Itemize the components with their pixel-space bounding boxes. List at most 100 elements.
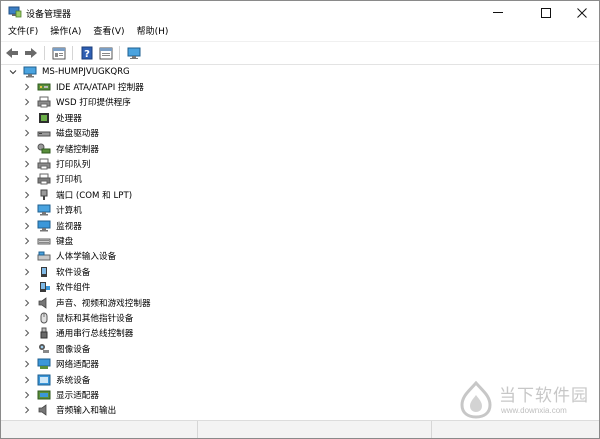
tree-item[interactable]: 端口 (COM 和 LPT) bbox=[1, 187, 599, 202]
tree-item[interactable]: 打印队列 bbox=[1, 156, 599, 171]
svg-text:?: ? bbox=[84, 49, 90, 60]
close-button[interactable] bbox=[565, 1, 599, 24]
computer-icon bbox=[23, 66, 37, 78]
maximize-icon bbox=[541, 7, 551, 18]
update-driver-icon bbox=[99, 47, 113, 59]
computer-icon bbox=[37, 204, 51, 216]
chevron-right-icon[interactable] bbox=[23, 191, 31, 199]
help-icon: ? bbox=[81, 46, 93, 60]
close-icon bbox=[577, 7, 587, 18]
usb-icon bbox=[37, 327, 51, 339]
back-button[interactable] bbox=[4, 45, 20, 61]
menu-view[interactable]: 查看(V) bbox=[88, 24, 129, 41]
tree-item[interactable]: 人体学输入设备 bbox=[1, 249, 599, 264]
processor-icon bbox=[37, 112, 51, 124]
display-adapter-icon bbox=[37, 389, 51, 401]
device-manager-window: 设备管理器 文件(F) 操作(A) 查看(V) 帮助(H) ? MS-HUMPJ… bbox=[0, 0, 600, 439]
watermark-logo-icon bbox=[460, 381, 492, 419]
chevron-right-icon[interactable] bbox=[23, 114, 31, 122]
tree-item[interactable]: 声音、视频和游戏控制器 bbox=[1, 295, 599, 310]
chevron-right-icon[interactable] bbox=[23, 299, 31, 307]
chevron-right-icon[interactable] bbox=[23, 314, 31, 322]
toolbar-separator bbox=[72, 46, 73, 60]
menu-help[interactable]: 帮助(H) bbox=[132, 24, 174, 41]
tree-item[interactable]: 监视器 bbox=[1, 218, 599, 233]
status-divider bbox=[431, 421, 432, 438]
print-queue-icon bbox=[37, 158, 51, 170]
camera-icon bbox=[37, 343, 51, 355]
tree-item[interactable]: 磁盘驱动器 bbox=[1, 126, 599, 141]
title-bar: 设备管理器 bbox=[1, 1, 599, 24]
watermark-name: 当下软件园 bbox=[499, 386, 589, 406]
update-driver-button[interactable] bbox=[98, 45, 114, 61]
chevron-right-icon[interactable] bbox=[23, 329, 31, 337]
audio-io-icon bbox=[37, 404, 51, 417]
chevron-right-icon[interactable] bbox=[23, 360, 31, 368]
tree-item[interactable]: IDE ATA/ATAPI 控制器 bbox=[1, 79, 599, 94]
printer-icon bbox=[37, 173, 51, 185]
system-device-icon bbox=[37, 374, 51, 386]
chevron-right-icon[interactable] bbox=[23, 376, 31, 384]
chevron-down-icon[interactable] bbox=[9, 68, 17, 76]
menu-bar: 文件(F) 操作(A) 查看(V) 帮助(H) bbox=[1, 24, 599, 41]
chevron-right-icon[interactable] bbox=[23, 283, 31, 291]
keyboard-icon bbox=[37, 235, 51, 247]
menu-file[interactable]: 文件(F) bbox=[3, 24, 43, 41]
help-button[interactable]: ? bbox=[79, 45, 95, 61]
tree-item[interactable]: 网络适配器 bbox=[1, 356, 599, 371]
tree-item[interactable]: 通用串行总线控制器 bbox=[1, 326, 599, 341]
tree-item[interactable]: 计算机 bbox=[1, 203, 599, 218]
mouse-icon bbox=[37, 312, 51, 324]
tree-item[interactable]: 打印机 bbox=[1, 172, 599, 187]
chevron-right-icon[interactable] bbox=[23, 237, 31, 245]
port-icon bbox=[37, 189, 51, 201]
toolbar: ? bbox=[1, 41, 599, 65]
back-arrow-icon bbox=[6, 48, 18, 58]
tree-item[interactable]: 软件组件 bbox=[1, 279, 599, 294]
chevron-right-icon[interactable] bbox=[23, 129, 31, 137]
maximize-button[interactable] bbox=[529, 1, 563, 24]
chevron-right-icon[interactable] bbox=[23, 391, 31, 399]
status-divider bbox=[197, 421, 198, 438]
hid-icon bbox=[37, 250, 51, 262]
chevron-right-icon[interactable] bbox=[23, 175, 31, 183]
ide-controller-icon bbox=[37, 81, 51, 93]
window-title: 设备管理器 bbox=[26, 10, 72, 20]
chevron-right-icon[interactable] bbox=[23, 83, 31, 91]
properties-button[interactable] bbox=[51, 45, 67, 61]
chevron-right-icon[interactable] bbox=[23, 268, 31, 276]
tree-item[interactable]: 处理器 bbox=[1, 110, 599, 125]
toolbar-separator bbox=[119, 46, 120, 60]
monitor-icon bbox=[37, 220, 51, 232]
scan-hardware-button[interactable] bbox=[126, 45, 142, 61]
chevron-right-icon[interactable] bbox=[23, 252, 31, 260]
tree-item[interactable]: WSD 打印提供程序 bbox=[1, 95, 599, 110]
menu-action[interactable]: 操作(A) bbox=[45, 24, 86, 41]
tree-item[interactable]: 存储控制器 bbox=[1, 141, 599, 156]
disk-drive-icon bbox=[37, 127, 51, 139]
software-device-icon bbox=[37, 266, 51, 278]
chevron-right-icon[interactable] bbox=[23, 98, 31, 106]
chevron-right-icon[interactable] bbox=[23, 160, 31, 168]
chevron-right-icon[interactable] bbox=[23, 206, 31, 214]
toolbar-separator bbox=[44, 46, 45, 60]
tree-item[interactable]: 图像设备 bbox=[1, 341, 599, 356]
tree-item[interactable]: 鼠标和其他指针设备 bbox=[1, 310, 599, 325]
chevron-right-icon[interactable] bbox=[23, 222, 31, 230]
chevron-right-icon[interactable] bbox=[23, 345, 31, 353]
watermark: 当下软件园 www.downxia.com bbox=[457, 379, 597, 423]
network-adapter-icon bbox=[37, 358, 51, 370]
forward-arrow-icon bbox=[25, 48, 37, 58]
device-tree: MS-HUMPJVUGKQRG IDE ATA/ATAPI 控制器 WSD 打印… bbox=[1, 64, 599, 420]
tree-item[interactable]: 键盘 bbox=[1, 233, 599, 248]
storage-controller-icon bbox=[37, 143, 51, 155]
tree-root[interactable]: MS-HUMPJVUGKQRG bbox=[1, 64, 599, 79]
software-component-icon bbox=[37, 281, 51, 293]
tree-item[interactable]: 软件设备 bbox=[1, 264, 599, 279]
chevron-right-icon[interactable] bbox=[23, 406, 31, 414]
minimize-button[interactable] bbox=[481, 1, 515, 24]
monitor-icon bbox=[127, 47, 141, 59]
forward-button[interactable] bbox=[23, 45, 39, 61]
speaker-icon bbox=[37, 296, 51, 309]
chevron-right-icon[interactable] bbox=[23, 145, 31, 153]
